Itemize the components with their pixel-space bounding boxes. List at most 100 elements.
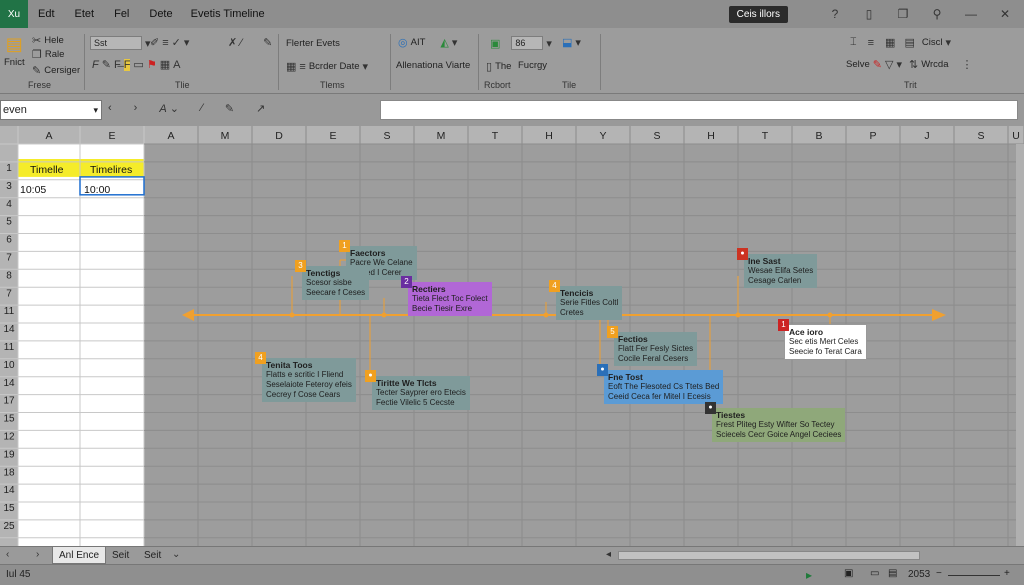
cell-b1[interactable]: Timelires — [90, 164, 132, 176]
event-card[interactable]: ● Fne Tost Eoft The Flesoted Cs Ttets Be… — [597, 364, 724, 404]
column-header[interactable]: A — [167, 130, 174, 142]
cut-button[interactable]: ✂ Hele — [32, 34, 64, 47]
menu-item-etet[interactable]: Etet — [75, 8, 95, 20]
alt-button[interactable]: ◎ AIT ◭ ▾ — [398, 36, 457, 49]
column-header[interactable]: T — [762, 130, 769, 142]
help-icon[interactable]: ? — [828, 7, 842, 21]
event-card[interactable]: 1 Ace ioro Sec etis Mert Celes Seecie fo… — [778, 319, 867, 360]
chevron-left-icon[interactable]: ‹ — [6, 549, 9, 560]
fury-button[interactable]: Fucrgy — [518, 60, 547, 71]
sheet-tab[interactable]: Seit — [106, 547, 135, 564]
event-card[interactable]: ● Tiestes Frest Pliteg Esty Wifter So Te… — [705, 402, 846, 442]
column-header[interactable]: U — [1012, 130, 1020, 142]
slash-icon[interactable]: ⁄ — [201, 102, 203, 115]
column-header[interactable]: E — [108, 130, 115, 142]
menu-item-edit[interactable]: Edt — [38, 8, 55, 20]
font-name-select[interactable]: Sst ▾ — [90, 36, 151, 50]
cell-a2[interactable]: 10:05 — [20, 184, 46, 196]
border-date-button[interactable]: ▦ ≡ Bcrder Date ▾ — [286, 60, 368, 74]
formula-input[interactable] — [380, 100, 1018, 120]
column-header[interactable]: S — [977, 130, 984, 142]
zoom-out-icon[interactable]: − — [936, 568, 942, 579]
row-header[interactable]: 11 — [4, 306, 15, 317]
name-box[interactable]: even ▾ — [0, 100, 102, 120]
normal-view-icon[interactable]: ▣ — [844, 568, 853, 579]
alignment-button[interactable]: Allenationa Viarte — [396, 60, 470, 71]
event-card[interactable]: 4 Tencicis Serie Fitles Coltl Cretes — [549, 280, 623, 320]
event-card[interactable]: 4 Tenita Toos Flatts e scritic I Fliend … — [255, 352, 356, 402]
column-header[interactable]: B — [815, 130, 822, 142]
row-header[interactable]: 4 — [6, 199, 12, 210]
row-header[interactable]: 3 — [6, 181, 12, 192]
row-header[interactable]: 6 — [6, 235, 12, 246]
row-header[interactable]: 19 — [3, 449, 15, 460]
row-header[interactable]: 15 — [3, 414, 15, 425]
the-button[interactable]: ▯ The — [486, 60, 511, 73]
font-tools[interactable]: ✐ ≡ ✓ ▾ — [150, 36, 189, 50]
right-tools[interactable]: ⌶ ≡ ▦ ▤ Ciscl ▾ — [850, 36, 951, 49]
spreadsheet-grid[interactable]: A E A M D E S M T H Y S H T B P J S U 1 3 4 5 6 7 8 7 11 14 11 10 14 17 1… — [0, 126, 1024, 546]
paste-button[interactable]: ▤ Fnict — [4, 34, 25, 68]
column-header[interactable]: A — [45, 130, 52, 142]
event-card[interactable]: 3 Tenctigs Scesor sisbe Seecare f Ceses — [295, 260, 370, 300]
horizontal-scrollbar[interactable] — [618, 551, 920, 560]
font-size-select[interactable]: ▣ 86 ▾ — [490, 36, 552, 50]
menu-item-fel[interactable]: Fel — [114, 8, 129, 20]
close-icon[interactable]: ✕ — [998, 7, 1012, 21]
chevron-left-icon[interactable]: ‹ — [108, 102, 112, 115]
row-header[interactable]: 14 — [3, 485, 15, 496]
column-header[interactable]: T — [492, 130, 499, 142]
column-header[interactable]: H — [545, 130, 553, 142]
share-button[interactable]: Ceis illors — [728, 5, 788, 23]
format-painter-button[interactable]: ✎ Cersiger — [32, 64, 80, 77]
sheet-tab[interactable]: Seit — [138, 547, 167, 564]
search-icon[interactable]: ⚲ — [930, 7, 944, 21]
solve-button[interactable]: Selve ✎ ▽ ▾ ⇅ Wrcda ⋮ — [846, 58, 972, 71]
event-card[interactable]: ● Ine Sast Wesae Elifa Setes Cesage Carl… — [737, 248, 818, 288]
zoom-in-icon[interactable]: + — [1004, 568, 1010, 579]
row-header[interactable]: 14 — [3, 324, 15, 335]
column-header[interactable]: J — [924, 130, 929, 142]
row-header[interactable]: 18 — [3, 467, 15, 478]
copy-icon[interactable]: ❐ — [896, 7, 910, 21]
row-header[interactable]: 25 — [3, 521, 15, 532]
pen-icon[interactable]: ✎ — [225, 102, 234, 115]
format-tools[interactable]: ✗ ⁄ ✎ — [228, 36, 272, 50]
font-style-row[interactable]: F ✎ F̶ F ▭ ⚑ ▦ A — [92, 58, 180, 71]
phone-icon[interactable]: ▯ — [862, 7, 876, 21]
event-card[interactable]: 2 Rectiers Tieta Flect Toc Folect Becie … — [401, 276, 492, 316]
row-header[interactable]: 1 — [6, 163, 12, 174]
cell-b2[interactable]: 10:00 — [84, 184, 110, 196]
column-header[interactable]: P — [869, 130, 876, 142]
copy-button[interactable]: ❐ Rale — [32, 48, 64, 61]
sheet-tab-active[interactable]: Anl Ence — [52, 547, 107, 564]
row-header[interactable]: 14 — [3, 378, 15, 389]
row-header[interactable]: 7 — [6, 253, 12, 264]
chevron-down-icon[interactable]: ⌄ — [172, 549, 180, 560]
page-layout-icon[interactable]: ▭ — [870, 568, 879, 579]
event-card[interactable]: 5 Fectios Flatt Fer Fesly Sictes Cocile … — [607, 326, 698, 366]
row-header[interactable]: 10 — [3, 360, 15, 371]
filter-events-button[interactable]: Flerter Evets — [286, 38, 340, 49]
row-header[interactable]: 5 — [6, 217, 12, 228]
event-card[interactable]: ● Tiritte We Tlcts Tecter Sayprer ero Et… — [365, 370, 470, 410]
vertical-scrollbar[interactable] — [1016, 144, 1024, 546]
chevron-right-icon[interactable]: › — [134, 102, 138, 115]
row-header[interactable]: 8 — [6, 270, 12, 281]
row-header[interactable]: 7 — [6, 288, 12, 299]
row-header[interactable]: 12 — [3, 432, 15, 443]
column-header[interactable]: S — [653, 130, 660, 142]
scroll-left-icon[interactable]: ◂ — [606, 549, 611, 560]
menu-item-dete[interactable]: Dete — [149, 8, 172, 20]
column-header[interactable]: S — [383, 130, 390, 142]
row-header[interactable]: 17 — [3, 396, 15, 407]
column-header[interactable]: M — [221, 130, 230, 142]
column-header[interactable]: Y — [599, 130, 606, 142]
zoom-slider[interactable] — [948, 575, 1000, 576]
column-header[interactable]: M — [437, 130, 446, 142]
row-header[interactable]: 11 — [4, 342, 15, 353]
column-header[interactable]: D — [275, 130, 283, 142]
format-cells-button[interactable]: ⬓ ▾ — [562, 36, 581, 49]
column-header[interactable]: H — [707, 130, 715, 142]
page-break-icon[interactable]: ▤ — [888, 568, 897, 579]
